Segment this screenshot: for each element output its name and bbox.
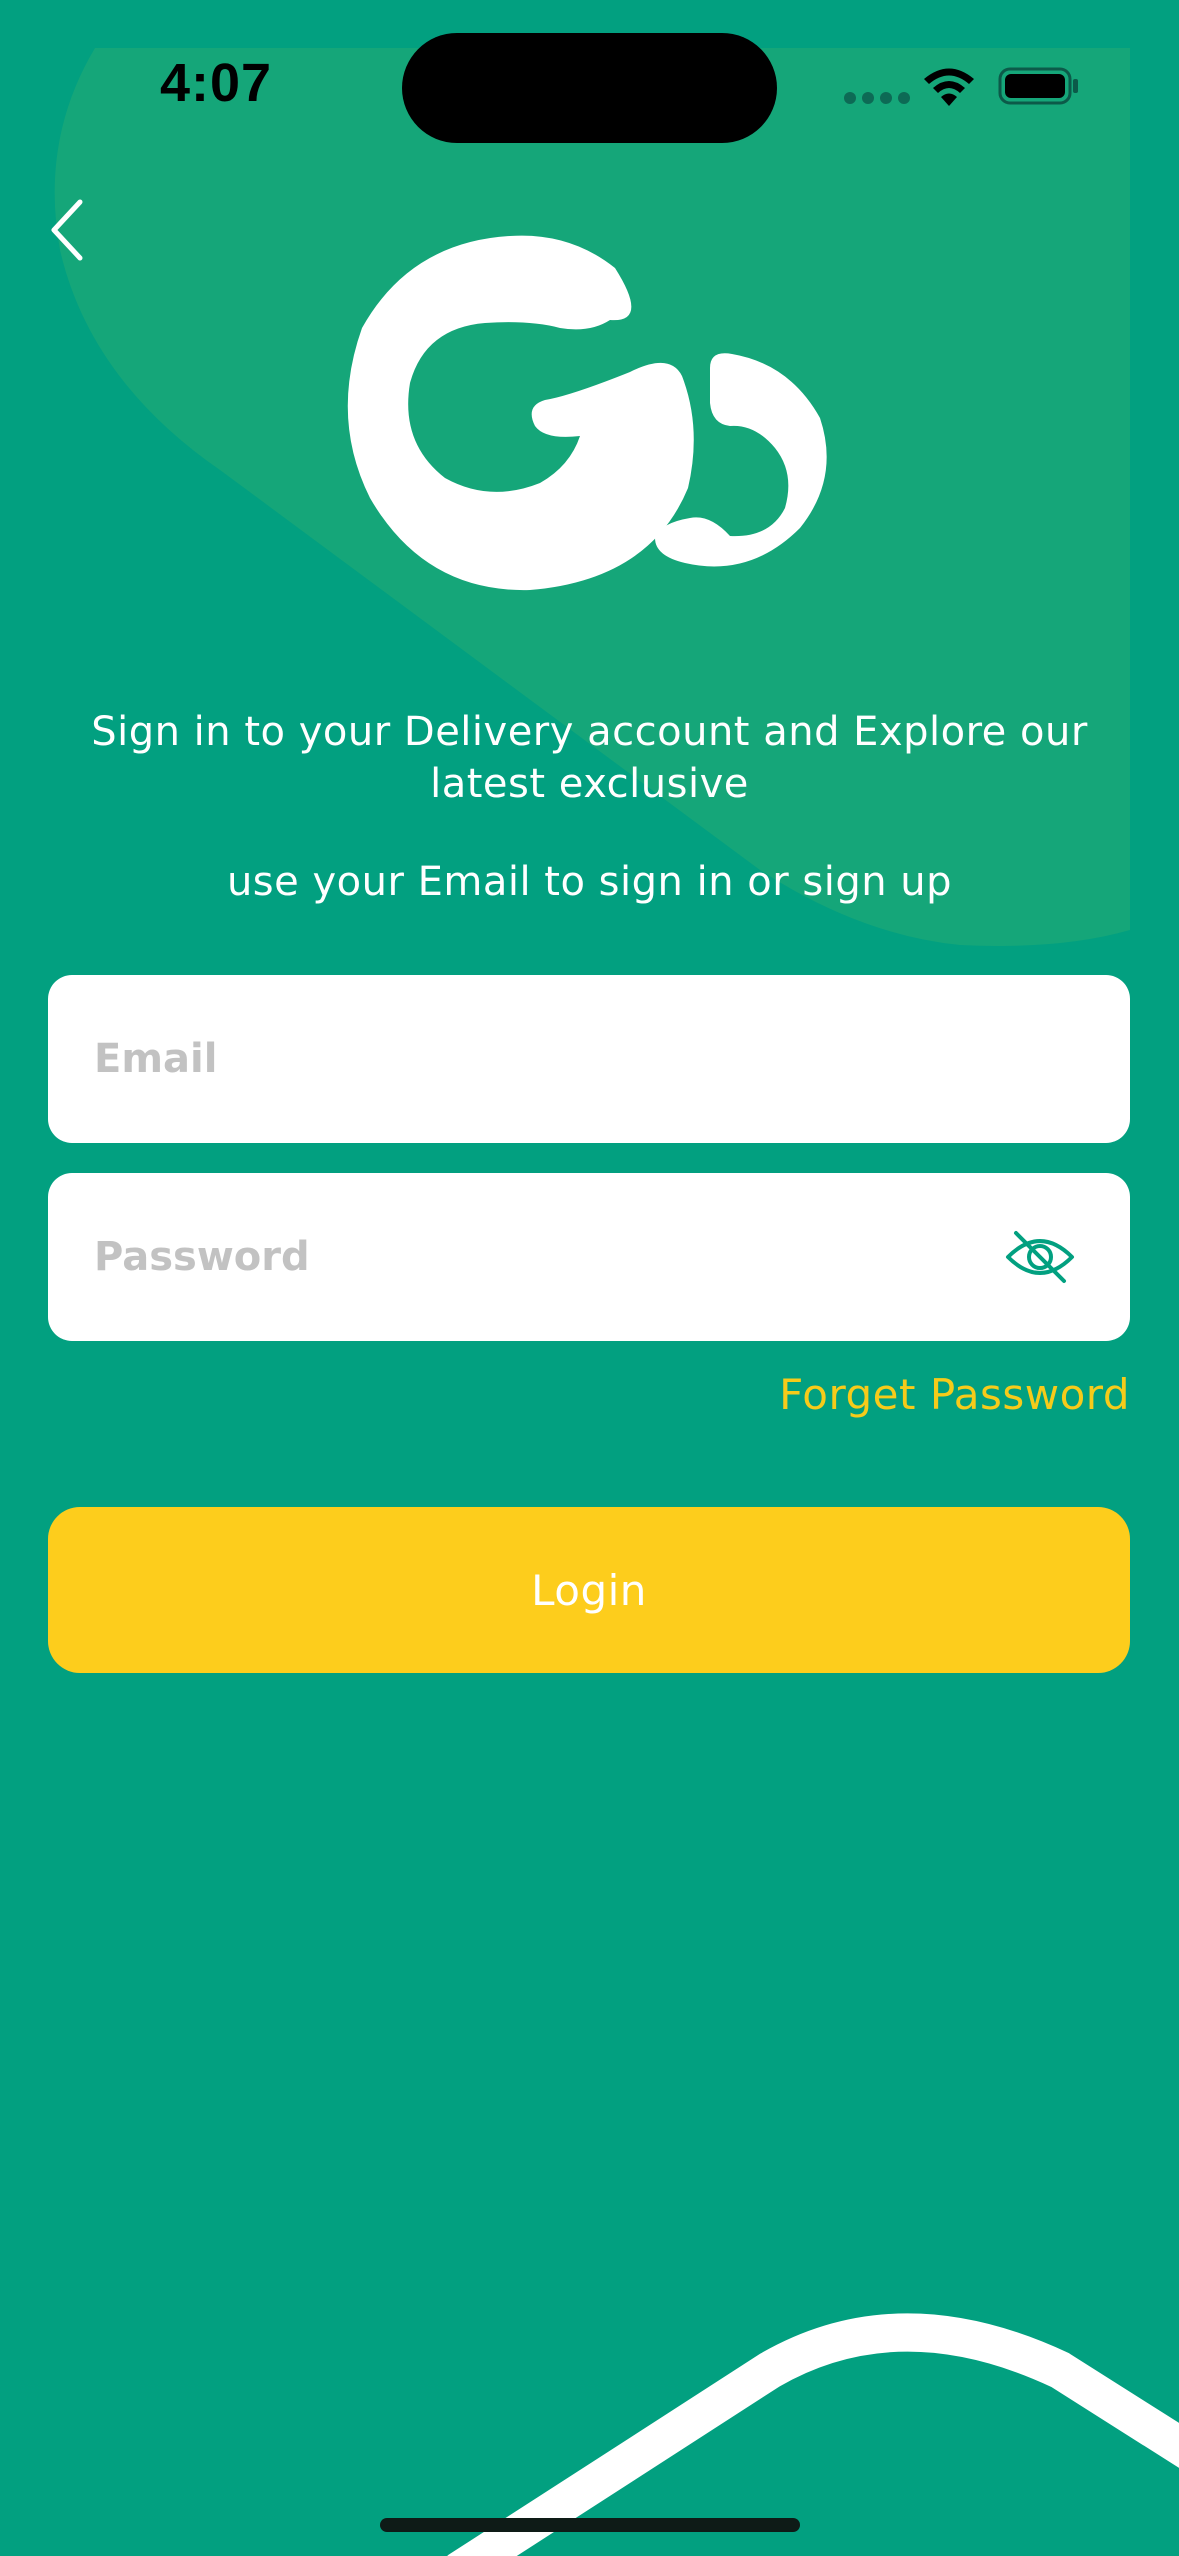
sign-in-helper-text: use your Email to sign in or sign up — [226, 859, 953, 905]
password-field-container — [48, 1173, 1130, 1341]
password-field[interactable] — [94, 1173, 974, 1341]
home-indicator — [380, 2518, 800, 2532]
status-time: 4:07 — [160, 53, 273, 113]
bottom-decoration — [447, 2313, 1179, 2556]
email-field-container — [48, 975, 1130, 1143]
status-bar: 4:07 — [0, 0, 1179, 170]
email-field[interactable] — [94, 975, 974, 1143]
battery-icon — [998, 67, 1078, 105]
login-button[interactable]: Login — [48, 1507, 1130, 1673]
back-button[interactable] — [40, 190, 120, 270]
password-visibility-toggle[interactable] — [1000, 1217, 1080, 1297]
forgot-password-link[interactable]: Forget Password — [779, 1370, 1130, 1419]
wifi-icon — [924, 68, 974, 106]
chevron-left-icon — [51, 199, 83, 261]
dynamic-island — [402, 33, 777, 143]
eye-off-icon — [1006, 1231, 1074, 1283]
go-logo — [347, 235, 827, 591]
cellular-signal-icon — [844, 92, 910, 104]
sign-in-subtitle: Sign in to your Delivery account and Exp… — [91, 709, 1088, 807]
